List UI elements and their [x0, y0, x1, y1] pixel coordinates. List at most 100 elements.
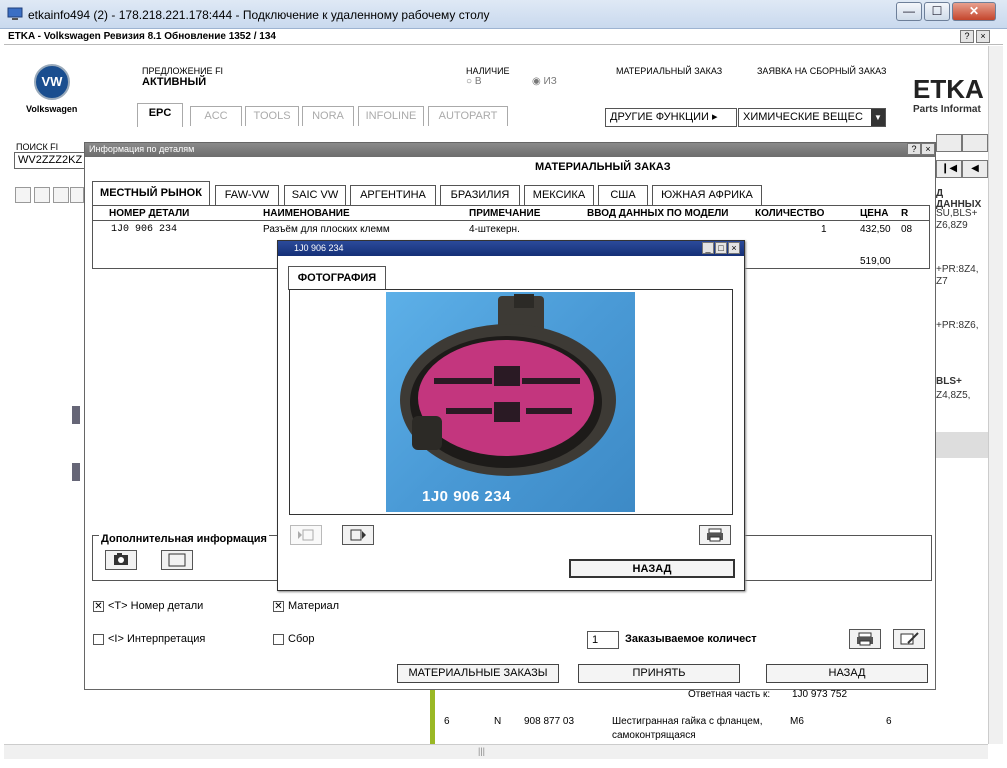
- material-checkbox[interactable]: ✕: [273, 601, 284, 612]
- tab-tools[interactable]: TOOLS: [245, 106, 299, 126]
- tab-autopart[interactable]: AUTOPART: [428, 106, 508, 126]
- photo-titlebar: 1J0 906 234 _ □ ×: [278, 241, 744, 256]
- stock-radio-b[interactable]: ○ В: [466, 76, 482, 87]
- photo-popup: 1J0 906 234 _ □ × ФОТОГРАФИЯ 1J0 906 234: [277, 240, 745, 591]
- next-photo-button[interactable]: [342, 525, 374, 545]
- material-order-label: МАТЕРИАЛЬНЫЙ ЗАКАЗ: [616, 66, 723, 76]
- diagram-fragment: [72, 463, 80, 481]
- camera-icon: [114, 553, 128, 565]
- etka-window-title: ETKA - Volkswagen Ревизия 8.1 Обновление…: [8, 31, 276, 42]
- order-quantity-input[interactable]: 1: [587, 631, 619, 649]
- document-button[interactable]: [161, 550, 193, 570]
- etka-header: VW Volkswagen ПРЕДЛОЖЕНИЕ FI АКТИВНЫЙ НА…: [4, 46, 986, 132]
- photo-frame: 1J0 906 234: [289, 289, 733, 515]
- document-icon: [168, 553, 186, 567]
- tab-local-market[interactable]: МЕСТНЫЙ РЫНОК: [92, 181, 210, 206]
- brand-name: Volkswagen: [26, 104, 78, 114]
- photo-back-button[interactable]: НАЗАД: [569, 559, 735, 578]
- remote-desktop-icon: [7, 7, 23, 20]
- data-column-header: Д ДАННЫХ: [936, 188, 982, 210]
- diagram-fragment: [72, 406, 80, 424]
- part-number-label: <T> Номер детали: [108, 600, 204, 612]
- tab-acc[interactable]: ACC: [190, 106, 242, 126]
- nav-prev-icon[interactable]: ◀: [962, 160, 988, 178]
- rdp-window-title: etkainfo494 (2) - 178.218.221.178:444 - …: [28, 8, 490, 22]
- zoom-reset-icon[interactable]: [70, 187, 84, 203]
- photo-close-button[interactable]: ×: [728, 242, 740, 254]
- edit-button[interactable]: [893, 629, 925, 649]
- row-marker-bar: [430, 688, 435, 746]
- photo-minimize-button[interactable]: _: [702, 242, 714, 254]
- print-button[interactable]: [849, 629, 881, 649]
- stock-label: НАЛИЧИЕ: [466, 66, 510, 76]
- search-area: ПОИСК FI WV2ZZZ2KZ: [4, 132, 86, 192]
- tab-mexico[interactable]: МЕКСИКА: [524, 185, 594, 206]
- zoom-in-icon[interactable]: [15, 187, 31, 203]
- offer-value: АКТИВНЫЙ: [142, 76, 207, 88]
- assembly-label: Сбор: [288, 633, 315, 645]
- stock-radio-iz[interactable]: ◉ ИЗ: [532, 76, 557, 87]
- close-button[interactable]: ✕: [952, 2, 996, 21]
- vertical-scrollbar[interactable]: [988, 46, 1003, 744]
- tab-south-africa[interactable]: ЮЖНАЯ АФРИКА: [652, 185, 762, 206]
- etka-close-button[interactable]: ×: [976, 30, 990, 43]
- maximize-button[interactable]: ☐: [924, 2, 950, 21]
- back-button[interactable]: НАЗАД: [766, 664, 928, 683]
- zoom-out-icon[interactable]: [34, 187, 50, 203]
- other-functions-menu[interactable]: ДРУГИЕ ФУНКЦИИ ▸: [605, 108, 737, 127]
- tab-photo[interactable]: ФОТОГРАФИЯ: [288, 266, 386, 290]
- interpretation-checkbox[interactable]: [93, 634, 104, 645]
- part-number-checkbox[interactable]: ✕: [93, 601, 104, 612]
- tab-argentina[interactable]: АРГЕНТИНА: [350, 185, 436, 206]
- material-orders-button[interactable]: МАТЕРИАЛЬНЫЕ ЗАКАЗЫ: [397, 664, 559, 683]
- rdp-titlebar: etkainfo494 (2) - 178.218.221.178:444 - …: [0, 0, 1007, 29]
- edit-pencil-icon: [900, 632, 919, 645]
- photo-maximize-button[interactable]: □: [715, 242, 727, 254]
- highlighted-row: [936, 432, 988, 458]
- response-value: 1J0 973 752: [792, 689, 848, 700]
- dialog-help-button[interactable]: ?: [907, 143, 921, 155]
- tab-epc[interactable]: EPC: [137, 103, 183, 127]
- zoom-fit-icon[interactable]: [53, 187, 69, 203]
- toolbar-icon[interactable]: [962, 134, 988, 152]
- photo-part-code: 1J0 906 234: [422, 488, 511, 505]
- printer-icon: [707, 528, 723, 542]
- assembly-order-label: ЗАЯВКА НА СБОРНЫЙ ЗАКАЗ: [757, 66, 887, 76]
- total-price: 519,00: [860, 256, 891, 267]
- tab-usa[interactable]: США: [598, 185, 648, 206]
- scroll-grip-icon: |||: [478, 746, 486, 756]
- etka-help-button[interactable]: ?: [960, 30, 974, 43]
- offer-label: ПРЕДЛОЖЕНИЕ FI: [142, 66, 224, 76]
- nav-prev-icon[interactable]: ❙◀: [936, 160, 962, 178]
- interpretation-label: <I> Интерпретация: [108, 633, 206, 645]
- dialog-close-button[interactable]: ×: [921, 143, 935, 155]
- accept-button[interactable]: ПРИНЯТЬ: [578, 664, 740, 683]
- printer-icon: [857, 632, 873, 646]
- search-input[interactable]: WV2ZZZ2KZ: [14, 152, 86, 169]
- arrow-right-icon: [350, 529, 366, 541]
- tab-brazil[interactable]: БРАЗИЛИЯ: [440, 185, 520, 206]
- assembly-checkbox[interactable]: [273, 634, 284, 645]
- tab-faw-vw[interactable]: FAW-VW: [215, 185, 279, 206]
- search-label: ПОИСК FI: [16, 142, 59, 152]
- etka-titlebar: ETKA - Volkswagen Ревизия 8.1 Обновление…: [4, 29, 1003, 45]
- photo-print-button[interactable]: [699, 525, 731, 545]
- background-bottom-rows: Ответная часть к: 1J0 973 752 6 N 908 87…: [430, 688, 970, 746]
- chemicals-dropdown[interactable]: ХИМИЧЕСКИЕ ВЕЩЕС ▼: [738, 108, 886, 127]
- tab-nora[interactable]: NORA: [302, 106, 354, 126]
- response-label: Ответная часть к:: [688, 689, 771, 700]
- background-parts-list: ❙◀ ◀ Д ДАННЫХ SU,BLS+ Z6,8Z9 +PR:8Z4, Z7…: [936, 134, 988, 740]
- horizontal-scrollbar[interactable]: |||: [4, 744, 988, 759]
- tab-infoline[interactable]: INFOLINE: [358, 106, 424, 126]
- chevron-down-icon: ▼: [871, 109, 885, 126]
- tab-saic-vw[interactable]: SAIC VW: [284, 185, 346, 206]
- toolbar-icon[interactable]: [936, 134, 962, 152]
- volkswagen-logo-icon: VW: [34, 64, 70, 100]
- etka-subtitle: Parts Informat: [913, 104, 981, 115]
- minimize-button[interactable]: —: [896, 2, 922, 21]
- camera-button[interactable]: [105, 550, 137, 570]
- dialog-titlebar: Информация по деталям ? ×: [85, 143, 935, 157]
- prev-photo-button[interactable]: [290, 525, 322, 545]
- dialog-heading: МАТЕРИАЛЬНЫЙ ЗАКАЗ: [535, 161, 671, 173]
- connector-photo-image: [400, 294, 616, 476]
